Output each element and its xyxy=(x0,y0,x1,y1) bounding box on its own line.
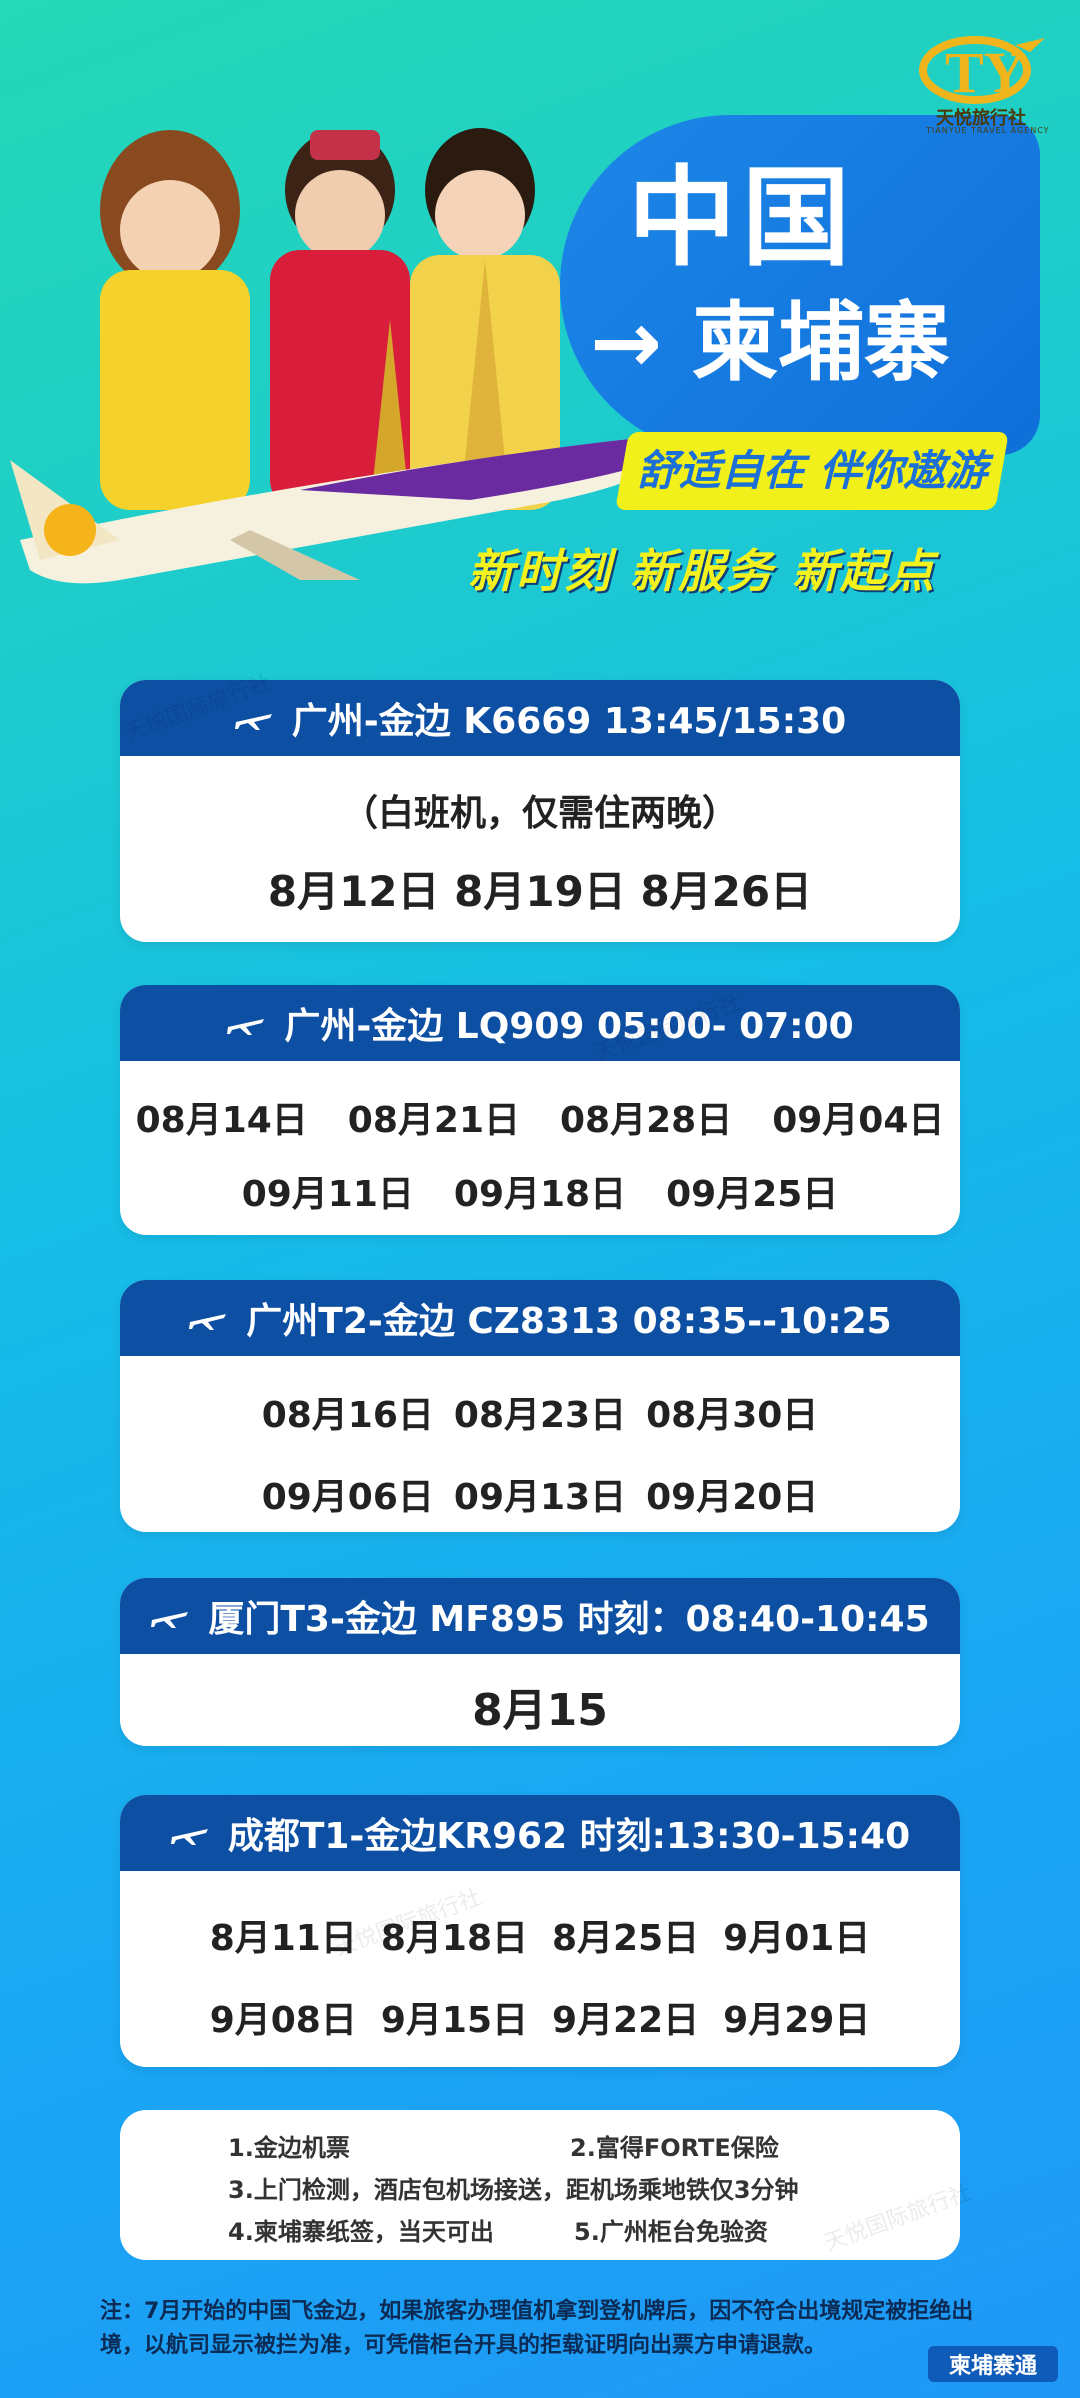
brand-subtitle: TIANYUE TRAVEL AGENCY xyxy=(926,126,1050,135)
date: 09月13日 xyxy=(453,1477,627,1518)
date: 09月25日 xyxy=(666,1174,839,1215)
slogan-text: 舒适自在 伴你遨游 xyxy=(636,446,988,495)
note-visa: 4.柬埔寨纸签，当天可出 xyxy=(228,2218,494,2246)
note-insurance: 2.富得FORTE保险 xyxy=(570,2134,779,2162)
title-origin: 中国 xyxy=(628,156,857,281)
flight-note: （白班机，仅需住两晚） xyxy=(341,793,738,834)
airplane-icon xyxy=(151,1612,189,1628)
title-destination: → 柬埔寨 xyxy=(590,293,950,393)
date: 9月15日 xyxy=(380,2000,528,2041)
flight-card-lq909: 广州-金边 LQ909 05:00- 07:00 08月14日 08月21日 0… xyxy=(120,985,960,1235)
date: 9月29日 xyxy=(723,2000,871,2041)
date: 08月30日 xyxy=(646,1395,819,1436)
flight-card-header: 成都T1-金边KR962 时刻:13:30-15:40 xyxy=(120,1795,960,1871)
date-row: 9月08日 9月15日 9月22日 9月29日 xyxy=(120,1991,960,2043)
flight-card-header: 广州T2-金边 CZ8313 08:35--10:25 xyxy=(120,1280,960,1356)
svg-text:TY: TY xyxy=(945,40,1026,105)
date: 9月01日 xyxy=(723,1918,871,1959)
flight-card-cz8313: 广州T2-金边 CZ8313 08:35--10:25 08月16日 08月23… xyxy=(120,1280,960,1532)
flight-route: 广州-金边 LQ909 05:00- 07:00 xyxy=(284,1006,854,1047)
flight-card-mf895: 厦门T3-金边 MF895 时刻：08:40-10:45 8月15 xyxy=(120,1578,960,1746)
flight-card-kr962: 成都T1-金边KR962 时刻:13:30-15:40 8月11日 8月18日 … xyxy=(120,1795,960,2067)
date: 09月18日 xyxy=(453,1174,627,1215)
date: 8月25日 xyxy=(552,1918,700,1959)
date: 08月28日 xyxy=(560,1100,733,1141)
flight-card-header: 厦门T3-金边 MF895 时刻：08:40-10:45 xyxy=(120,1578,960,1654)
disclaimer-text: 注：7月开始的中国飞金边，如果旅客办理值机拿到登机牌后，因不符合出境规定被拒绝出… xyxy=(100,2299,974,2358)
flight-card-k6669: 广州-金边 K6669 13:45/15:30 （白班机，仅需住两晚） 8月12… xyxy=(120,680,960,942)
tagline: 新时刻 新服务 新起点 xyxy=(468,544,937,598)
note-ticket: 1.金边机票 xyxy=(228,2134,350,2162)
date: 9月08日 xyxy=(209,2000,357,2041)
note-counter: 5.广州柜台免验资 xyxy=(574,2218,768,2246)
airplane-icon xyxy=(234,714,272,730)
date: 9月22日 xyxy=(552,2000,700,2041)
flight-route: 广州-金边 K6669 13:45/15:30 xyxy=(291,701,847,742)
date: 09月04日 xyxy=(772,1100,945,1141)
date-row: 8月11日 8月18日 8月25日 9月01日 xyxy=(120,1909,960,1961)
flight-route: 广州T2-金边 CZ8313 08:35--10:25 xyxy=(246,1301,892,1342)
date: 09月20日 xyxy=(646,1477,819,1518)
airplane-icon xyxy=(227,1019,265,1035)
flight-route: 厦门T3-金边 MF895 时刻：08:40-10:45 xyxy=(208,1599,930,1640)
date: 08月16日 xyxy=(261,1395,434,1436)
date: 8月15 xyxy=(472,1685,608,1736)
note-transfer: 3.上门检测，酒店包机场接送，距机场乘地铁仅3分钟 xyxy=(228,2176,799,2204)
date-row: 09月11日 09月18日 09月25日 xyxy=(120,1165,960,1217)
flight-dates: 8月12日 8月19日 8月26日 xyxy=(267,867,813,916)
flight-card-header: 广州-金边 LQ909 05:00- 07:00 xyxy=(120,985,960,1061)
slogan-banner: 舒适自在 伴你遨游 xyxy=(615,432,1009,510)
date-row: 09月06日 09月13日 09月20日 xyxy=(120,1468,960,1520)
date: 08月21日 xyxy=(347,1100,520,1141)
date: 08月14日 xyxy=(135,1100,308,1141)
airplane-icon xyxy=(170,1829,208,1845)
date: 08月23日 xyxy=(453,1395,627,1436)
date-row: 08月16日 08月23日 08月30日 xyxy=(120,1386,960,1438)
flight-route: 成都T1-金边KR962 时刻:13:30-15:40 xyxy=(227,1816,911,1857)
date-row: 8月15 xyxy=(120,1674,960,1738)
date: 09月11日 xyxy=(241,1174,414,1215)
date-row: 08月14日 08月21日 08月28日 09月04日 xyxy=(120,1091,960,1143)
hero-banner: 中国 → 柬埔寨 舒适自在 伴你遨游 新时刻 新服务 新起点 TY 天悦旅行社 … xyxy=(0,0,1080,640)
source-badge: 柬埔寨通 xyxy=(928,2346,1058,2382)
airplane-icon xyxy=(189,1314,227,1330)
date: 09月06日 xyxy=(261,1477,434,1518)
